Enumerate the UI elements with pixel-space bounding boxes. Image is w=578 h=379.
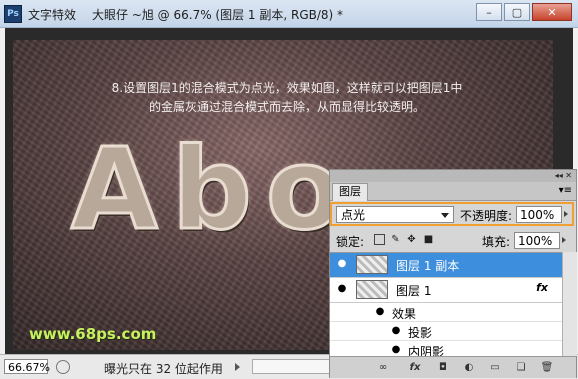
panel-tabs: 图层 ▾≡ [330, 182, 576, 201]
opacity-slider-arrow-icon[interactable] [564, 211, 568, 217]
tutorial-caption: 8.设置图层1的混合模式为点光，效果如图，这样就可以把图层1中 的金属灰通过混合… [27, 79, 547, 117]
lock-all-icon[interactable]: ■ [423, 234, 434, 245]
lock-brush-icon[interactable]: ✎ [390, 234, 401, 245]
lock-label: 锁定: [336, 235, 365, 249]
layer-row-copy[interactable]: ● 图层 1 副本 [330, 253, 562, 278]
effect-row-drop-shadow[interactable]: ● 投影 [330, 322, 562, 341]
add-mask-icon[interactable]: ◘ [436, 361, 450, 374]
effect-row-inner-shadow[interactable]: ● 内阴影 [330, 341, 562, 357]
add-style-icon[interactable]: fx [408, 361, 422, 374]
close-button[interactable]: ✕ [532, 3, 572, 21]
status-menu-arrow-icon[interactable] [235, 363, 240, 371]
eye-icon[interactable]: ● [390, 325, 402, 337]
eye-icon[interactable]: ● [390, 344, 402, 356]
layer-name: 图层 1 [396, 284, 432, 298]
opacity-label: 不透明度: [460, 209, 513, 223]
app-title: 文字特效 [28, 8, 77, 22]
blend-opacity-row: 点光 不透明度: 100% [330, 202, 574, 226]
fill-input[interactable]: 100% [514, 232, 560, 249]
status-info-icon[interactable] [56, 360, 70, 374]
effect-label: 投影 [408, 326, 433, 340]
eye-icon[interactable]: ● [335, 258, 349, 270]
watermark: www.68ps.com [29, 325, 157, 343]
panel-header: ◂◂ ✕ [330, 170, 576, 182]
effects-group-label: 效果 [392, 307, 417, 321]
window-controls: – ▢ ✕ [474, 3, 572, 21]
delete-layer-icon[interactable]: 🗑 [540, 361, 554, 374]
panel-menu-icon[interactable]: ▾≡ [559, 185, 572, 196]
new-group-icon[interactable]: ▭ [488, 361, 502, 374]
blend-mode-value: 点光 [341, 208, 366, 222]
opacity-input[interactable]: 100% [516, 206, 562, 223]
eye-icon[interactable]: ● [335, 283, 349, 295]
layer-thumbnail [356, 280, 388, 299]
eye-icon[interactable]: ● [374, 306, 386, 318]
panel-bottom-toolbar: ∞ fx ◘ ◐ ▭ ❏ 🗑 [330, 356, 576, 378]
effects-group-row[interactable]: ● 效果 [330, 303, 562, 322]
letter-b: b [170, 125, 253, 255]
effect-text: A b o [70, 125, 345, 255]
caption-line-2: 的金属灰通过混合模式而去除，从而显得比较透明。 [148, 100, 425, 114]
layer-name: 图层 1 副本 [396, 259, 460, 273]
layers-scrollbar[interactable] [562, 252, 577, 356]
status-message: 曝光只在 32 位起作用 [104, 362, 223, 376]
lock-fill-row: 锁定: ✎ ✥ ■ 填充: 100% [330, 230, 576, 250]
adjustment-layer-icon[interactable]: ◐ [462, 361, 476, 374]
blend-mode-select[interactable]: 点光 [336, 206, 454, 223]
document-title: 大眼仔 ~旭 @ 66.7% (图层 1 副本, RGB/8) * [92, 8, 344, 22]
lock-transparent-icon[interactable] [374, 234, 385, 245]
maximize-button[interactable]: ▢ [504, 3, 530, 21]
fill-slider-arrow-icon[interactable] [562, 237, 566, 243]
fill-label: 填充: [482, 235, 511, 249]
link-layers-icon[interactable]: ∞ [376, 361, 390, 374]
layer-row-1[interactable]: ● 图层 1 fx [330, 278, 562, 303]
letter-a: A [70, 125, 160, 255]
new-layer-icon[interactable]: ❏ [514, 361, 528, 374]
photoshop-logo-icon: Ps [4, 5, 22, 23]
layers-panel: ◂◂ ✕ 图层 ▾≡ 点光 不透明度: 100% 锁定: ✎ ✥ ■ 填充: 1… [329, 169, 577, 378]
layer-thumbnail [356, 255, 388, 274]
title-bar: Ps 文字特效 大眼仔 ~旭 @ 66.7% (图层 1 副本, RGB/8) … [0, 0, 578, 28]
fx-icon[interactable]: fx [536, 281, 548, 294]
lock-move-icon[interactable]: ✥ [406, 234, 417, 245]
panel-collapse-controls[interactable]: ◂◂ ✕ [555, 171, 572, 180]
effect-label: 内阴影 [408, 345, 445, 357]
layers-list: ● 图层 1 副本 ● 图层 1 fx ● 效果 ● 投影 ● 内阴影 [330, 252, 562, 357]
chevron-down-icon [441, 213, 449, 218]
caption-line-1: 8.设置图层1的混合模式为点光，效果如图，这样就可以把图层1中 [111, 81, 463, 95]
minimize-button[interactable]: – [476, 3, 502, 21]
tab-layers[interactable]: 图层 [332, 183, 368, 201]
zoom-field[interactable]: 66.67% [4, 359, 50, 374]
